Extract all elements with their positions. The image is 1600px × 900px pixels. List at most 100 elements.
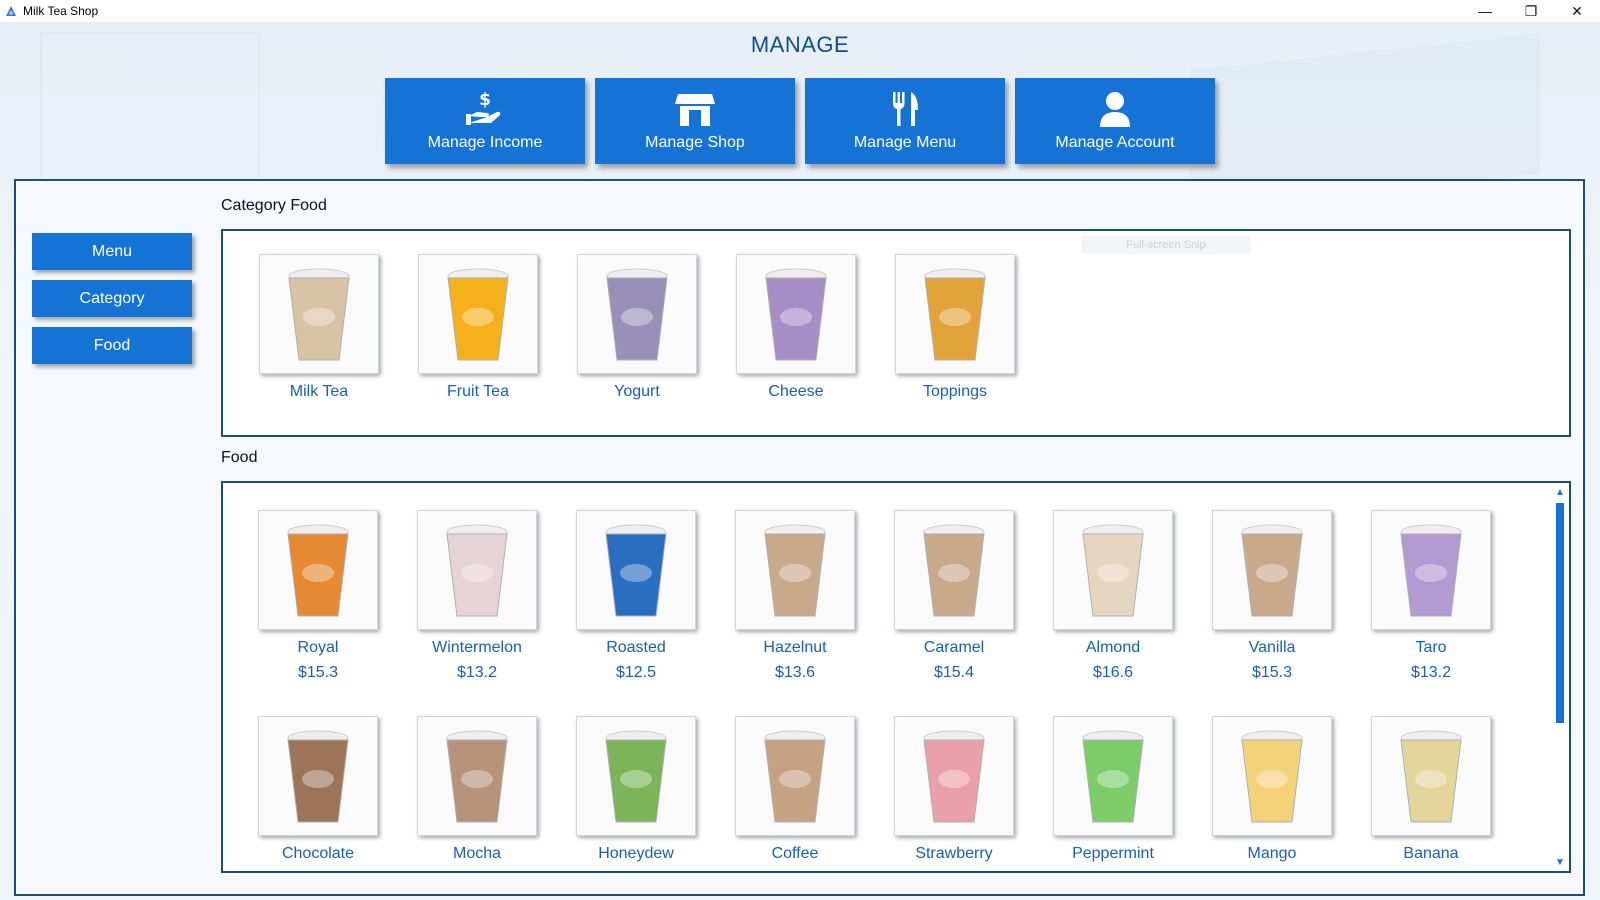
scroll-up-arrow-icon[interactable]: ▲ [1554, 487, 1566, 499]
menu-button[interactable]: Menu [32, 233, 192, 270]
food-name: Vanilla [1248, 639, 1296, 656]
food-name: Almond [1085, 639, 1141, 656]
manage-income-label: Manage Income [427, 134, 543, 151]
main-panel: Menu Category Food Category Food Milk Te… [14, 179, 1585, 896]
food-tile[interactable]: Wintermelon $13.2 [416, 510, 538, 682]
food-name: Taro [1415, 639, 1447, 656]
food-grid: ▲ ▼ Royal $15.3 Wintermelon $13.2 Roasted $12… [221, 481, 1571, 873]
food-image [417, 716, 537, 836]
food-tile[interactable]: Mango [1211, 716, 1333, 863]
category-name: Milk Tea [289, 383, 349, 400]
food-image [1212, 510, 1332, 630]
manage-account-button[interactable]: Manage Account [1015, 78, 1215, 164]
category-grid: Milk Tea Fruit Tea Yogurt Cheese Toppings [221, 229, 1571, 437]
category-image [577, 254, 697, 374]
food-image [735, 510, 855, 630]
category-image [895, 254, 1015, 374]
food-image [894, 510, 1014, 630]
manage-income-button[interactable]: $ Manage Income [385, 78, 585, 164]
food-image [576, 716, 696, 836]
food-button[interactable]: Food [32, 327, 192, 364]
food-name: Peppermint [1072, 845, 1154, 862]
manage-menu-label: Manage Menu [853, 134, 957, 151]
manage-shop-button[interactable]: Manage Shop [595, 78, 795, 164]
shop-icon [675, 94, 715, 126]
money-hand-icon: $ [466, 90, 501, 125]
scroll-thumb[interactable] [1556, 503, 1564, 723]
category-button[interactable]: Category [32, 280, 192, 317]
category-tile[interactable]: Cheese [735, 254, 857, 401]
title-bar: Milk Tea Shop — ❐ ✕ [0, 0, 1600, 22]
food-tile[interactable]: Taro $13.2 [1370, 510, 1492, 682]
food-price: $13.2 [456, 664, 498, 681]
food-price: $12.5 [615, 664, 657, 681]
vertical-scrollbar[interactable]: ▲ ▼ [1553, 485, 1567, 871]
fork-knife-icon [893, 92, 918, 126]
manage-account-label: Manage Account [1055, 134, 1175, 151]
category-image [736, 254, 856, 374]
food-tile[interactable]: Vanilla $15.3 [1211, 510, 1333, 682]
food-image [258, 510, 378, 630]
food-name: Strawberry [915, 845, 993, 862]
category-name: Toppings [922, 383, 988, 400]
manage-shop-label: Manage Shop [645, 134, 745, 151]
food-image [258, 716, 378, 836]
food-tile[interactable]: Roasted $12.5 [575, 510, 697, 682]
food-image [417, 510, 537, 630]
food-image [576, 510, 696, 630]
food-name: Honeydew [598, 845, 674, 862]
food-name: Chocolate [281, 845, 355, 862]
food-name: Caramel [923, 639, 985, 656]
food-price: $13.2 [1410, 664, 1452, 681]
side-nav: Menu Category Food [32, 233, 192, 364]
food-name: Banana [1403, 845, 1459, 862]
food-name: Mango [1247, 845, 1297, 862]
category-tile[interactable]: Milk Tea [258, 254, 380, 401]
food-image [1212, 716, 1332, 836]
category-image [418, 254, 538, 374]
food-name: Mocha [452, 845, 502, 862]
food-price: $15.4 [933, 664, 975, 681]
food-price: $15.3 [297, 664, 339, 681]
food-tile[interactable]: Coffee [734, 716, 856, 863]
food-tile[interactable]: Banana [1370, 716, 1492, 863]
food-name: Wintermelon [432, 639, 522, 656]
category-section-label: Category Food [221, 197, 327, 214]
food-price: $15.3 [1251, 664, 1293, 681]
manage-menu-button[interactable]: Manage Menu [805, 78, 1005, 164]
food-name: Royal [297, 639, 339, 656]
food-tile[interactable]: Caramel $15.4 [893, 510, 1015, 682]
scroll-down-arrow-icon[interactable]: ▼ [1554, 857, 1566, 869]
food-image [735, 716, 855, 836]
user-icon [1100, 92, 1130, 127]
food-price: $16.6 [1092, 664, 1134, 681]
food-name: Coffee [771, 845, 819, 862]
category-name: Cheese [768, 383, 824, 400]
category-tile[interactable]: Fruit Tea [417, 254, 539, 401]
food-tile[interactable]: Peppermint [1052, 716, 1174, 863]
food-image [894, 716, 1014, 836]
category-name: Fruit Tea [447, 383, 509, 400]
food-section-label: Food [221, 449, 258, 466]
food-image [1053, 716, 1173, 836]
page-title: MANAGE [750, 32, 850, 57]
food-tile[interactable]: Almond $16.6 [1052, 510, 1174, 682]
food-tile[interactable]: Royal $15.3 [257, 510, 379, 682]
food-tile[interactable]: Strawberry [893, 716, 1015, 863]
food-name: Roasted [606, 639, 666, 656]
food-tile[interactable]: Mocha [416, 716, 538, 863]
category-tile[interactable]: Yogurt [576, 254, 698, 401]
food-tile[interactable]: Hazelnut $13.6 [734, 510, 856, 682]
food-tile[interactable]: Honeydew [575, 716, 697, 863]
close-button[interactable]: ✕ [1554, 0, 1600, 22]
top-nav: $ Manage Income Manage Shop Manage Menu … [385, 78, 1215, 164]
food-price: $13.6 [774, 664, 816, 681]
svg-text:$: $ [479, 90, 491, 110]
food-tile[interactable]: Chocolate [257, 716, 379, 863]
category-image [259, 254, 379, 374]
category-name: Yogurt [614, 383, 660, 400]
restore-button[interactable]: ❐ [1508, 0, 1554, 22]
food-name: Hazelnut [763, 639, 827, 656]
minimize-button[interactable]: — [1462, 0, 1508, 22]
category-tile[interactable]: Toppings [894, 254, 1016, 401]
